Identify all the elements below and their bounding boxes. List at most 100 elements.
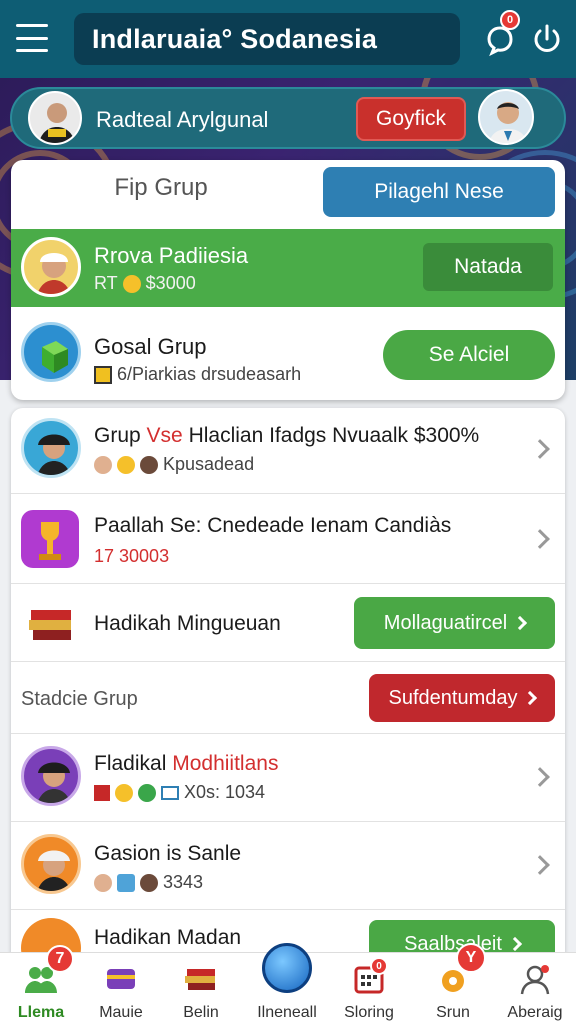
nav-label: Aberaig (507, 1004, 563, 1021)
power-button[interactable] (530, 22, 566, 58)
chevron-right-icon (530, 855, 550, 875)
sufdentumday-button[interactable]: Sufdentumday (369, 674, 555, 722)
chevron-right-icon (523, 690, 538, 706)
nav-label: Sloring (344, 1004, 394, 1021)
list-item[interactable]: Gasion is Sanle 3343 (11, 822, 565, 910)
list-item[interactable]: Hadikah Mingueuan Mollaguatircel (11, 584, 565, 662)
user-bar: Radteal Arylgunal Goyfick (10, 87, 566, 149)
nav-label: Mauie (99, 1004, 143, 1021)
books-icon (27, 604, 75, 644)
app-title-box: Indlaruaia° Sodanesia (74, 13, 460, 65)
nav-badge: 0 (370, 957, 388, 975)
nav-sloring[interactable]: 0 Sloring (328, 953, 410, 1024)
face-icon (140, 873, 158, 892)
nav-mauie[interactable]: Mauie (80, 953, 162, 1024)
item4-avatar (21, 746, 81, 806)
nav-ilneneall[interactable]: Ilneneall (246, 943, 328, 1024)
cup-icon (117, 873, 135, 892)
grid-icon (94, 784, 110, 801)
natada-button[interactable]: Natada (423, 243, 553, 291)
user-avatar-icon (38, 103, 76, 143)
item1-avatar (21, 418, 81, 478)
section-button-label: Sufdentumday (388, 686, 518, 709)
gosal-grup-row[interactable]: Gosal Grup 6/Piarkias drsudeasarh Se Alc… (11, 308, 565, 400)
notification-badge: 0 (500, 10, 520, 30)
girl-avatar-icon (37, 253, 71, 294)
top-bar: Indlaruaia° Sodanesia 0 (0, 0, 576, 78)
highlight-amount: $3000 (145, 273, 196, 293)
item5-title: Gasion is Sanle (94, 842, 242, 865)
nav-llema[interactable]: 7 Llema (0, 945, 82, 1024)
friend-avatar[interactable] (478, 89, 534, 145)
power-icon (534, 24, 560, 52)
item2-title: Paallah Se: Cnedeade Ienam Candiàs (94, 514, 452, 537)
friend-avatar-icon (488, 102, 528, 143)
card-icon (107, 969, 135, 989)
list-item[interactable]: Fladikal Modhiitlans X0s: 1034 (11, 734, 565, 822)
item2-sub: 17 30003 (94, 546, 170, 566)
face-icon (94, 873, 112, 892)
face-icon (94, 455, 112, 474)
trophy-icon (21, 510, 79, 568)
item1-title: Grup Vse Hlaclian Ifadgs Nvuaalk $300% (94, 424, 479, 448)
girl-avatar-icon (37, 762, 71, 803)
bottom-nav: 7 Llema Mauie Belin Ilneneall 0 Sloring … (0, 943, 576, 1024)
face-icon (140, 455, 158, 474)
item4-title-a: Fladikal (94, 752, 167, 775)
item1-title-c: Hlaclian Ifadgs Nvuaalk $300% (188, 424, 480, 447)
user-name: Radteal Arylgunal (96, 107, 269, 132)
chevron-right-icon (513, 615, 528, 631)
se-alciel-button[interactable]: Se Alciel (383, 330, 555, 380)
card-icon (161, 785, 179, 800)
highlight-title: Rrova Padiiesia (94, 243, 249, 268)
highlight-sub: RT $3000 (94, 273, 196, 294)
highlight-row[interactable]: Rrova Padiiesia RT $3000 Natada (11, 229, 565, 307)
chevron-right-icon (507, 936, 522, 952)
nav-label: Belin (183, 1004, 219, 1021)
user-action-button[interactable]: Goyfick (356, 97, 466, 141)
item1-sub-text: Kpusadead (163, 454, 255, 474)
dollar-icon (138, 783, 156, 802)
nav-aberaig[interactable]: Aberaig (494, 953, 576, 1024)
coin-icon (117, 455, 135, 474)
nav-label: Srun (436, 1004, 470, 1021)
nav-srun[interactable]: Y Srun (412, 943, 494, 1024)
coin-icon (122, 274, 141, 293)
hamburger-menu-icon[interactable] (16, 24, 48, 52)
hand-icon (115, 783, 133, 802)
group-list: Grup Vse Hlaclian Ifadgs Nvuaalk $300% K… (11, 408, 565, 968)
item4-sub: X0s: 1034 (94, 782, 265, 803)
girl-avatar-icon (37, 434, 71, 475)
tab-pilagehl-nese[interactable]: Pilagehl Nese (323, 167, 555, 217)
user-avatar[interactable] (28, 91, 82, 145)
list-item[interactable]: Grup Vse Hlaclian Ifadgs Nvuaalk $300% K… (11, 408, 565, 494)
app-title: Indlaruaia° Sodanesia (92, 23, 378, 54)
home-orb-icon (262, 943, 312, 993)
notifications-button[interactable]: 0 (482, 10, 520, 58)
chevron-right-icon (530, 439, 550, 459)
item4-sub-text: X0s: 1034 (184, 782, 266, 802)
books-icon (185, 969, 215, 990)
nav-belin[interactable]: Belin (160, 953, 242, 1024)
tab-fip-grup[interactable]: Fip Grup (11, 174, 311, 202)
item4-title-b: Modhiitlans (172, 752, 279, 775)
highlight-prefix: RT (94, 273, 118, 293)
highlight-avatar (21, 237, 81, 297)
item5-sub-text: 3343 (163, 872, 204, 892)
profile-icon (520, 965, 550, 995)
section-header: Stadcie Grup Sufdentumday (11, 662, 565, 734)
item1-title-b: Vse (146, 424, 183, 447)
mollaguatircel-button[interactable]: Mollaguatircel (354, 597, 555, 649)
item5-sub: 3343 (94, 872, 203, 893)
nav-badge: Y (456, 943, 486, 973)
gosal-sub-text: 6/Piarkias drsudeasarh (117, 364, 302, 384)
item6-title: Hadikan Madan (94, 926, 242, 949)
chevron-right-icon (530, 767, 550, 787)
list-item[interactable]: Paallah Se: Cnedeade Ienam Candiàs 17 30… (11, 494, 565, 584)
nav-badge: 7 (46, 945, 74, 973)
item4-title: Fladikal Modhiitlans (94, 752, 278, 776)
group-card: Fip Grup Pilagehl Nese Rrova Padiiesia R… (11, 160, 565, 400)
grid-icon (94, 365, 112, 384)
item3-button-label: Mollaguatircel (383, 611, 508, 634)
gosal-sub: 6/Piarkias drsudeasarh (94, 364, 301, 385)
